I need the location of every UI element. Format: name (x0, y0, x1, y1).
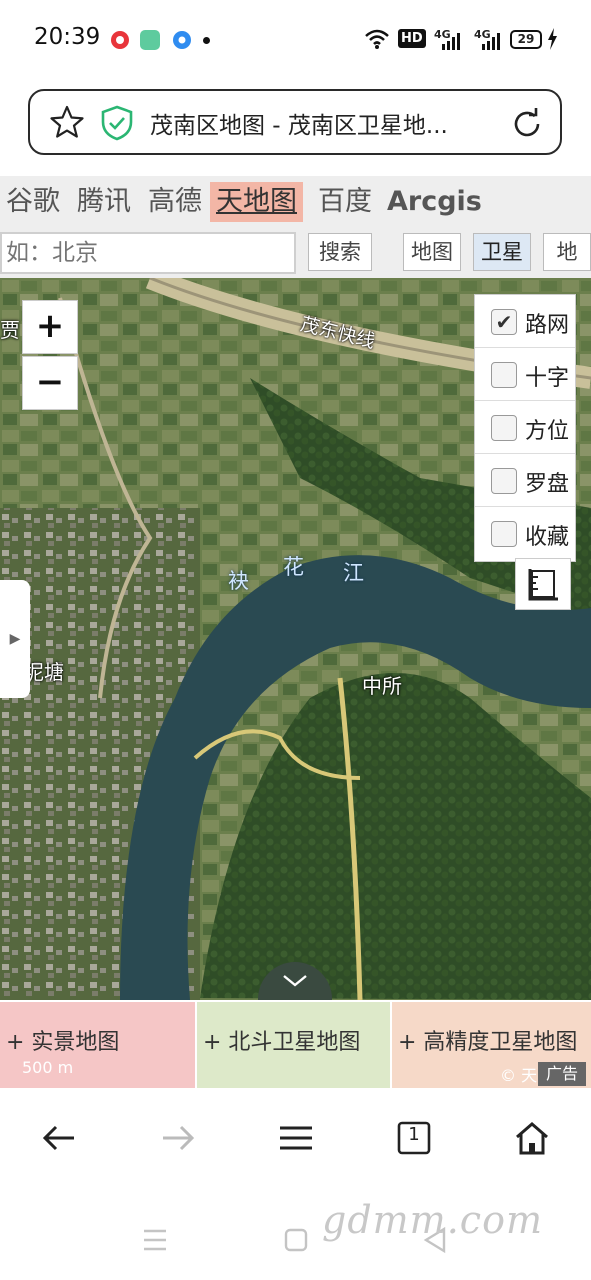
green-app-icon (140, 30, 160, 50)
search-button[interactable]: 搜索 (308, 233, 372, 271)
river-label-3: 江 (343, 561, 364, 585)
layer-compass[interactable]: 罗盘 (475, 454, 575, 507)
reload-icon[interactable] (510, 107, 544, 145)
wifi-icon (364, 28, 390, 54)
river-label-2: 花 (283, 555, 304, 579)
battery-icon: 29 (510, 30, 542, 49)
satellite-map[interactable]: 茂东快线 袂 花 江 中所 坭塘 贾 + − ✔ 路网 十字 方位 罗盘 收藏 (0, 278, 591, 1000)
tab-count: 1 (408, 1124, 420, 1145)
signal-bars-icon (440, 32, 462, 54)
layer-road-network-checkbox[interactable]: ✔ (491, 309, 517, 335)
ad-badge: 广告 (538, 1062, 586, 1086)
layer-favorites-label: 收藏 (525, 525, 570, 550)
browser-toolbar: 1 (0, 1088, 591, 1188)
status-bar: 20:39 HD 4G 4G 29 (0, 0, 591, 80)
river-label-1: 袂 (228, 569, 249, 593)
page-title[interactable]: 茂南区地图 - 茂南区卫星地... (150, 106, 448, 140)
map-provider-tabs: 谷歌 腾讯 高德 天地图 百度 Arcgis (0, 176, 591, 228)
layer-panel: ✔ 路网 十字 方位 罗盘 收藏 (474, 294, 576, 562)
more-notifications-dot (203, 37, 210, 44)
layer-compass-label: 罗盘 (525, 472, 570, 497)
ruler-button[interactable] (515, 558, 571, 610)
ruler-icon (528, 569, 558, 601)
layer-crosshair-label: 十字 (525, 366, 570, 391)
charging-icon (546, 28, 558, 54)
provider-tab-arcgis[interactable]: Arcgis (387, 182, 482, 222)
beidou-satellite-map-link[interactable]: + 北斗卫星地图 (197, 1002, 390, 1088)
home-square-icon[interactable] (284, 1228, 308, 1256)
search-input[interactable] (0, 232, 296, 274)
video-app-icon (110, 30, 130, 50)
layer-crosshair-checkbox[interactable] (491, 362, 517, 388)
provider-tab-baidu[interactable]: 百度 (318, 182, 372, 222)
layer-crosshair[interactable]: 十字 (475, 348, 575, 401)
back-arrow-icon[interactable] (40, 1118, 80, 1158)
tianditu-attribution: © 天 (500, 1066, 538, 1085)
recents-icon[interactable] (142, 1228, 168, 1256)
home-icon[interactable] (512, 1118, 552, 1158)
provider-tab-gaode[interactable]: 高德 (148, 182, 202, 222)
site-watermark: gdmm.com (322, 1198, 543, 1242)
map-type-satellite-button[interactable]: 卫星 (473, 233, 531, 271)
layer-bearing-checkbox[interactable] (491, 415, 517, 441)
map-scale-label: 500 m (22, 1058, 74, 1077)
provider-tab-tencent[interactable]: 腾讯 (77, 182, 131, 222)
map-type-map-button[interactable]: 地图 (403, 233, 461, 271)
tabs-icon[interactable]: 1 (394, 1118, 434, 1158)
chevron-right-icon: ▶ (9, 631, 21, 647)
forward-arrow-icon[interactable] (157, 1118, 197, 1158)
place-label-zhongsuo: 中所 (362, 674, 402, 698)
zoom-in-button[interactable]: + (22, 300, 78, 354)
map-type-partial-button[interactable]: 地 (543, 233, 591, 271)
layer-road-network[interactable]: ✔ 路网 (475, 295, 575, 348)
bookmark-star-icon[interactable] (50, 105, 84, 143)
signal-bars-icon-2 (480, 32, 502, 54)
side-panel-toggle[interactable]: ▶ (0, 580, 30, 698)
blue-app-icon (172, 30, 192, 50)
layer-bearing-label: 方位 (525, 419, 570, 444)
place-label-edge: 贾 (0, 318, 20, 342)
layer-bearing[interactable]: 方位 (475, 401, 575, 454)
url-bar[interactable]: 茂南区地图 - 茂南区卫星地... (28, 89, 562, 155)
place-label-nitang: 坭塘 (24, 660, 64, 684)
layer-compass-checkbox[interactable] (491, 468, 517, 494)
zoom-out-button[interactable]: − (22, 356, 78, 410)
search-row: 搜索 地图 卫星 地 (0, 228, 591, 278)
hd-badge: HD (398, 29, 426, 48)
provider-tab-tianditu[interactable]: 天地图 (210, 182, 303, 222)
menu-icon[interactable] (276, 1118, 316, 1158)
layer-favorites[interactable]: 收藏 (475, 507, 575, 560)
layer-favorites-checkbox[interactable] (491, 521, 517, 547)
secure-shield-icon (100, 105, 134, 145)
chevron-down-icon (283, 975, 307, 987)
status-time: 20:39 (34, 24, 101, 50)
layer-road-network-label: 路网 (525, 313, 570, 338)
provider-tab-google[interactable]: 谷歌 (6, 182, 60, 222)
